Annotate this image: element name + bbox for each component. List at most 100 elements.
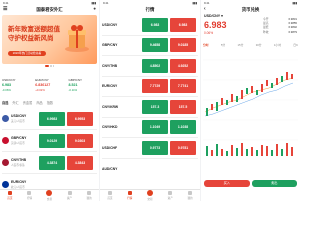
list-item[interactable]: USD/CNY 6.983 6.983 — [102, 15, 198, 36]
wallet-icon — [168, 191, 173, 195]
category-tabs: 自选 外汇 贵金属 商品 指数 — [2, 100, 97, 105]
sell-price-button[interactable]: 9.0129 — [39, 133, 65, 148]
trade-icon — [46, 190, 53, 196]
chart-icon — [27, 191, 32, 195]
sell-price-button[interactable]: 1.1049 — [142, 120, 168, 135]
tab-commodities[interactable]: 商品 — [36, 100, 42, 105]
trade-buttons: 买入 卖出 — [204, 180, 297, 187]
buy-price-button[interactable]: 6.983 — [170, 17, 196, 32]
featured-quote[interactable]: GBP/CNY 8.521 -0.11% — [69, 78, 98, 96]
list-item[interactable]: GBP/CNY 9.4658 9.0185 — [102, 36, 198, 56]
nav-market[interactable]: 行情 — [127, 191, 132, 200]
list-item[interactable]: CNY/THB 人民币/泰铢 4.3874 4.3843 — [2, 152, 97, 174]
flag-icon — [2, 137, 9, 144]
home-quote-list: USD/CNY 美元/人民币 6.9983 6.9953 GBP/CNY 英镑/人民… — [2, 108, 97, 196]
price-summary: USD/CNY ▾ 6.983 0.06% 今开 6.9831 最高 6.9855 … — [204, 14, 297, 35]
page-title: 行情 — [145, 6, 155, 12]
tab-favorites[interactable]: 自选 — [2, 100, 8, 105]
nav-assets[interactable]: 资产 — [67, 191, 72, 200]
market-screen: 9:41 ▮▮▮ 行情 USD/CNY 6.983 6.983 GBP/CNY … — [100, 0, 200, 201]
buy-button[interactable]: 买入 — [204, 180, 250, 187]
back-icon[interactable]: ‹ — [204, 6, 206, 12]
status-time: 9:41 — [3, 1, 9, 5]
nav-market[interactable]: 行情 — [27, 191, 32, 200]
nav-home[interactable]: 首页 — [7, 191, 12, 200]
list-item[interactable]: USD/CHF 0.9773 0.9781 — [102, 138, 198, 159]
screenshot-stage: 9:41 ▮▮▮ ☰ 国泰君安外汇 ● 新年致富送额超值 守护权益新风尚 202… — [0, 0, 300, 201]
nav-trade[interactable]: 交易 — [146, 190, 153, 201]
sell-price-button[interactable]: 9.4658 — [142, 38, 168, 53]
buy-price-button[interactable]: 7.7741 — [170, 79, 196, 94]
featured-quotes: USD/CNY 6.983 -0.06% EUR/CNY 6.836127 +0… — [2, 78, 97, 96]
market-header: 行情 — [100, 5, 200, 14]
wallet-icon — [67, 191, 72, 195]
sell-price-button[interactable]: 6.983 — [142, 17, 168, 32]
sell-price-button[interactable]: 4.3874 — [39, 155, 65, 170]
volume-bars — [206, 143, 293, 156]
nav-assets[interactable]: 资产 — [168, 191, 173, 200]
tab-indices[interactable]: 指数 — [47, 100, 53, 105]
ma-line — [204, 77, 294, 113]
banner-cta[interactable]: 2020年热门活动抢先看 — [8, 51, 46, 56]
tab-timeframe[interactable]: 1小时 — [274, 43, 281, 47]
price-stats: 今开 6.9831 最高 6.9855 最低 6.9802 昨收 6.9879 — [263, 17, 297, 34]
tab-timeframe[interactable]: 15分 — [238, 43, 244, 47]
tab-timeframe[interactable]: 30分 — [256, 43, 262, 47]
list-item[interactable]: CNY/THB 4.8502 4.9252 — [102, 56, 198, 77]
featured-quote[interactable]: USD/CNY 6.983 -0.06% — [2, 78, 31, 96]
tab-timeframe[interactable]: 分时 — [203, 43, 209, 47]
tab-forex[interactable]: 外汇 — [12, 100, 18, 105]
buy-price-button[interactable]: 0.9781 — [170, 140, 196, 155]
tab-timeframe[interactable]: 日K — [293, 43, 298, 47]
candlestick-chart[interactable] — [203, 50, 298, 172]
home-icon — [7, 191, 12, 195]
home-header: ☰ 国泰君安外汇 ● — [0, 5, 99, 14]
detail-header: ‹ 货币兑换 — [201, 5, 300, 14]
sell-button[interactable]: 卖出 — [251, 180, 297, 187]
list-item[interactable]: USD/CNY 美元/人民币 6.9983 6.9953 — [2, 108, 97, 130]
tab-timeframe[interactable]: 5分 — [221, 43, 225, 47]
buy-price-button[interactable]: 4.9252 — [170, 58, 196, 73]
list-item[interactable]: AUD/CNY — [102, 159, 198, 180]
menu-icon[interactable]: ☰ — [3, 6, 7, 12]
sell-price-button[interactable]: 7.7729 — [142, 79, 168, 94]
flag-icon — [2, 115, 9, 122]
buy-price-button[interactable]: 9.0303 — [67, 133, 93, 148]
user-icon — [188, 191, 193, 195]
sell-price-button[interactable]: 4.8502 — [142, 58, 168, 73]
buy-price-button[interactable]: 157.5 — [170, 99, 196, 114]
list-item[interactable]: CNY/HKD 1.1049 1.1038 — [102, 118, 198, 138]
sell-price-button[interactable]: 6.9983 — [39, 111, 65, 126]
nav-profile[interactable]: 我的 — [187, 191, 193, 200]
nav-trade[interactable]: 交易 — [46, 190, 53, 201]
list-item[interactable]: CNY/KRW 157.3 157.5 — [102, 97, 198, 118]
market-quote-list: USD/CNY 6.983 6.983 GBP/CNY 9.4658 9.018… — [102, 15, 198, 179]
flag-icon — [2, 181, 9, 188]
nav-home[interactable]: 首页 — [107, 191, 113, 200]
tab-metals[interactable]: 贵金属 — [23, 100, 33, 105]
buy-price-button[interactable]: 4.3843 — [67, 155, 93, 170]
list-item[interactable]: EUR/CNY 7.7729 7.7741 — [102, 77, 198, 97]
list-item[interactable]: GBP/CNY 英镑/人民币 9.0129 9.0303 — [2, 130, 97, 152]
bell-icon[interactable]: ● — [93, 6, 96, 11]
banner-pager — [0, 65, 99, 67]
nav-profile[interactable]: 我的 — [87, 191, 92, 200]
home-icon — [107, 191, 112, 195]
exchange-detail-screen: 9:41 ▮▮▮ ‹ 货币兑换 USD/CNY ▾ 6.983 0.06% 今开… — [201, 0, 300, 201]
promo-banner[interactable]: 新年致富送额超值 守护权益新风尚 2020年热门活动抢先看 — [2, 15, 97, 64]
ma-line — [204, 82, 294, 117]
signal-icon: ▮▮▮ — [91, 1, 96, 5]
sell-price-button[interactable]: 0.9773 — [142, 140, 168, 155]
stat-row: 昨收 6.9879 — [263, 29, 297, 34]
banner-line-2: 守护权益新风尚 — [8, 35, 54, 42]
trade-icon — [146, 190, 153, 196]
page-title: 货币兑换 — [241, 6, 260, 12]
bottom-nav: 首页 行情 交易 资产 我的 — [100, 189, 200, 201]
featured-quote[interactable]: EUR/CNY 6.836127 +0.02% — [35, 78, 64, 96]
buy-price-button[interactable]: 9.0185 — [170, 38, 196, 53]
buy-price-button[interactable]: 1.1038 — [170, 120, 196, 135]
sell-price-button[interactable]: 157.3 — [142, 99, 168, 114]
buy-price-button[interactable]: 6.9953 — [67, 111, 93, 126]
page-title: 国泰君安外汇 — [36, 6, 63, 12]
chart-icon — [127, 191, 132, 195]
